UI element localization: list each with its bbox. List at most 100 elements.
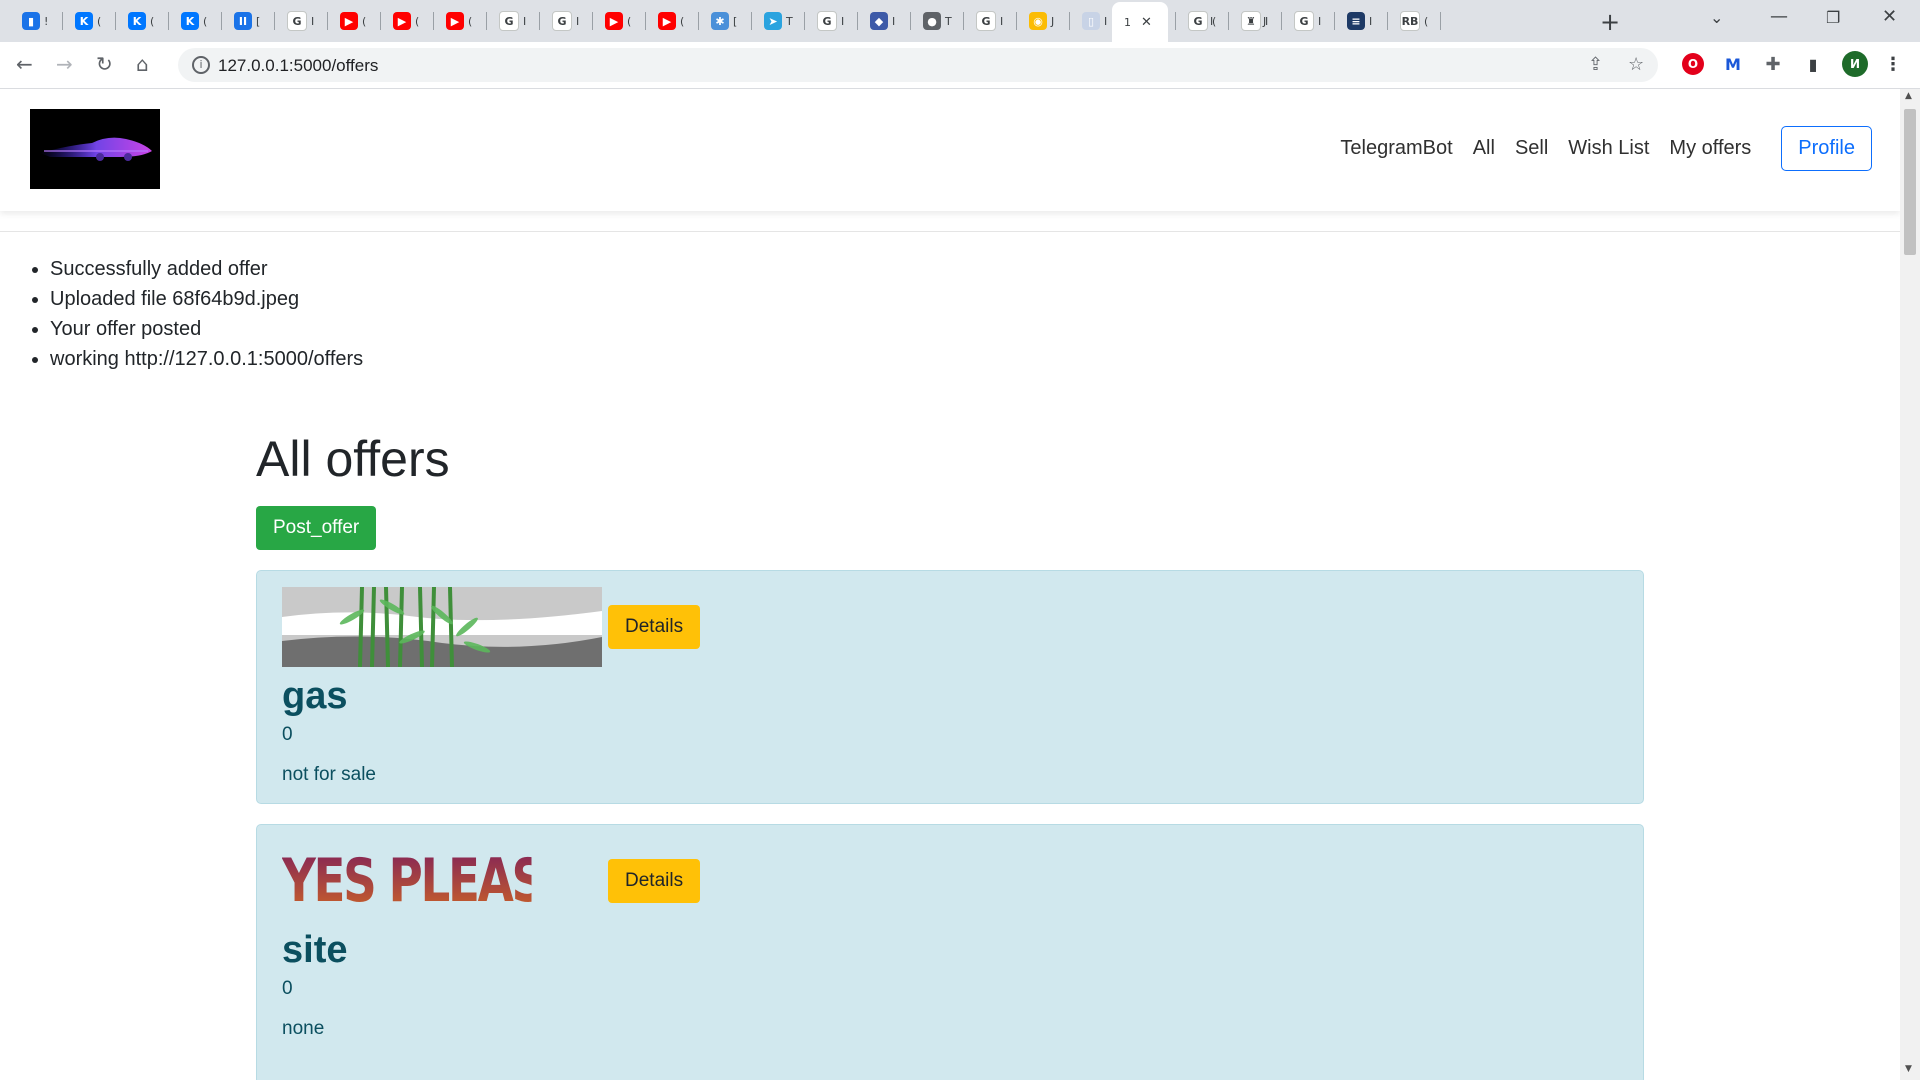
browser-tab[interactable]: K( — [116, 5, 168, 37]
browser-tab[interactable]: ◆ I — [858, 5, 910, 37]
browser-toolbar: ← → ↻ ⌂ i 127.0.0.1:5000/offers ⇪ ☆ O M … — [0, 42, 1920, 89]
offer-description: not for sale — [282, 764, 376, 785]
page-title: All offers — [256, 431, 450, 487]
tab-title: ! — [44, 14, 49, 28]
scroll-up-arrow-icon[interactable]: ▲ — [1905, 91, 1912, 101]
page-viewport: TelegramBot All Sell Wish List My offers… — [0, 89, 1900, 1080]
browser-tab[interactable]: GI — [275, 5, 327, 37]
maximize-button[interactable]: ❐ — [1826, 8, 1840, 27]
share-icon[interactable]: ⇪ — [1588, 54, 1603, 75]
browser-tab[interactable]: ◉ J — [1017, 5, 1069, 37]
telegram-icon: ➤ — [764, 12, 782, 30]
url-text[interactable]: 127.0.0.1:5000/offers — [218, 56, 378, 76]
window-close-button[interactable]: ✕ — [1882, 6, 1897, 27]
browser-tab[interactable]: G( — [1176, 5, 1228, 37]
browser-tab[interactable]: GI — [1282, 5, 1334, 37]
rb-icon: RB — [1400, 11, 1420, 31]
browser-tab[interactable]: II [ — [222, 5, 274, 37]
google-icon: G — [1188, 11, 1208, 31]
close-icon[interactable]: ✕ — [1141, 14, 1152, 30]
site-logo[interactable] — [30, 109, 160, 189]
google-icon: G — [287, 11, 307, 31]
vk-icon: K — [128, 12, 146, 30]
tab-title: ( — [680, 14, 685, 28]
active-tab[interactable]: 1 ✕ — [1112, 2, 1168, 42]
reload-icon[interactable]: ↻ — [96, 52, 113, 76]
forward-arrow-icon[interactable]: → — [56, 52, 73, 76]
address-bar[interactable]: i 127.0.0.1:5000/offers ⇪ ☆ — [178, 48, 1658, 82]
browser-tab[interactable]: ≡ I — [1335, 5, 1387, 37]
extensions-puzzle-icon[interactable]: ✚ — [1762, 53, 1784, 75]
scrollbar-thumb[interactable] — [1904, 109, 1916, 255]
nav-link-telegrambot[interactable]: TelegramBot — [1340, 137, 1452, 160]
browser-tab[interactable]: ● T — [911, 5, 963, 37]
minimize-button[interactable]: — — [1770, 6, 1788, 27]
browser-tab[interactable]: GI — [805, 5, 857, 37]
flash-messages: Successfully added offer Uploaded file 6… — [30, 254, 363, 374]
tab-title: ( — [97, 14, 102, 28]
flash-message: Uploaded file 68f64b9d.jpeg — [50, 284, 363, 314]
browser-tab[interactable]: ➤ T — [752, 5, 804, 37]
page-icon: ▯ — [1082, 12, 1100, 30]
tab-title: ( — [203, 14, 208, 28]
browser-menu-icon[interactable]: ⋮ — [1882, 53, 1904, 75]
home-icon[interactable]: ⌂ — [136, 52, 149, 76]
site-info-icon[interactable]: i — [192, 56, 210, 74]
details-button[interactable]: Details — [608, 859, 701, 903]
opera-extension-icon[interactable]: O — [1682, 53, 1704, 75]
nav-link-wish-list[interactable]: Wish List — [1568, 137, 1649, 160]
browser-tab[interactable]: K( — [63, 5, 115, 37]
browser-tab[interactable]: RB ( — [1388, 5, 1440, 37]
vk-icon: K — [75, 12, 93, 30]
tab-title: I — [1318, 14, 1322, 28]
scroll-down-arrow-icon[interactable]: ▼ — [1905, 1064, 1912, 1074]
page-scrollbar[interactable]: ▲ ▼ — [1900, 89, 1920, 1080]
details-button[interactable]: Details — [608, 605, 701, 649]
car-logo-image — [40, 137, 152, 161]
browser-tab[interactable]: K( — [169, 5, 221, 37]
nav-link-sell[interactable]: Sell — [1515, 137, 1548, 160]
flash-message: Successfully added offer — [50, 254, 363, 284]
profile-avatar[interactable]: И — [1842, 51, 1868, 77]
google-icon: G — [552, 11, 572, 31]
profile-button[interactable]: Profile — [1781, 126, 1872, 171]
tab-title: ( — [150, 14, 155, 28]
site-navbar: TelegramBot All Sell Wish List My offers… — [0, 89, 1900, 211]
post-offer-button[interactable]: Post_offer — [256, 506, 377, 550]
offer-title: gas — [282, 675, 348, 717]
google-icon: G — [499, 11, 519, 31]
browser-tab[interactable]: ▶( — [593, 5, 645, 37]
tab-title: [ — [733, 14, 738, 28]
youtube-icon: ▶ — [340, 12, 358, 30]
tab-title: T — [786, 14, 793, 28]
browser-tab[interactable]: ▶( — [381, 5, 433, 37]
tab-title: ( — [1424, 14, 1429, 28]
back-arrow-icon[interactable]: ← — [16, 52, 33, 76]
bamboo-landscape-image — [282, 587, 602, 667]
tab-search-icon[interactable]: ⌄ — [1710, 8, 1723, 27]
tab-title: I — [576, 14, 580, 28]
browser-tab[interactable]: ▮! — [10, 5, 62, 37]
snowflake-icon: ✱ — [711, 12, 729, 30]
chrome-icon: ◉ — [1029, 12, 1047, 30]
browser-tab[interactable]: ▶( — [328, 5, 380, 37]
side-panel-icon[interactable]: ▮ — [1802, 53, 1824, 75]
yes-please-text: YES PLEASE! — [282, 841, 594, 921]
browser-tab[interactable]: GI — [487, 5, 539, 37]
browser-tab[interactable]: GI — [540, 5, 592, 37]
bookmark-star-icon[interactable]: ☆ — [1628, 54, 1644, 75]
browser-tab[interactable]: ▶( — [646, 5, 698, 37]
tab-title: I — [841, 14, 845, 28]
tab-title: I — [1265, 14, 1269, 28]
browser-tab[interactable]: ✱[ — [699, 5, 751, 37]
browser-tab[interactable]: GI — [964, 5, 1016, 37]
tab-title: I — [1000, 14, 1004, 28]
yes-please-image: YES PLEASE! — [282, 841, 602, 921]
m-extension-icon[interactable]: M — [1722, 53, 1744, 75]
browser-tab[interactable]: ♜ I — [1229, 5, 1281, 37]
new-tab-button[interactable]: + — [1600, 8, 1620, 36]
nav-link-my-offers[interactable]: My offers — [1669, 137, 1751, 160]
pause-icon: II — [234, 12, 252, 30]
nav-link-all[interactable]: All — [1473, 137, 1495, 160]
browser-tab[interactable]: ▶( — [434, 5, 486, 37]
